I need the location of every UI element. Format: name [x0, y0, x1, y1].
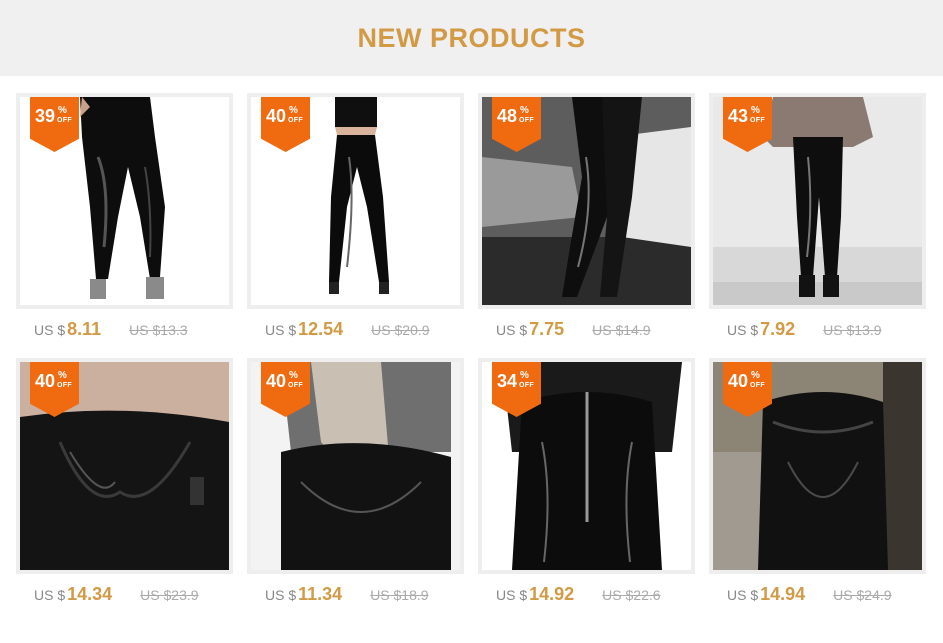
price-row: US $ 12.54 US $20.9 [265, 319, 465, 343]
currency-label: US $ [727, 587, 759, 603]
percent-sign: % [751, 105, 760, 116]
currency-label: US $ [727, 322, 759, 338]
percent-sign: % [289, 370, 298, 381]
product-image-frame[interactable]: 43 % OFF [709, 93, 926, 309]
off-label: OFF [750, 382, 765, 389]
discount-value: 40 [35, 371, 56, 391]
off-label: OFF [57, 117, 72, 124]
currency-label: US $ [496, 322, 528, 338]
percent-sign: % [520, 105, 529, 116]
off-label: OFF [288, 117, 303, 124]
percent-sign: % [751, 370, 760, 381]
original-price: US $20.9 [371, 322, 430, 338]
product-card[interactable]: 48 % OFF US $ 7.75 US $14.9 [478, 93, 695, 339]
sale-price: 14.92 [529, 584, 575, 604]
original-price: US $24.9 [833, 587, 892, 603]
sale-price: 8.11 [67, 319, 102, 339]
discount-value: 48 [497, 106, 518, 126]
product-card[interactable]: 43 % OFF US $ 7.92 US $13.9 [709, 93, 926, 339]
sale-price: 7.75 [529, 319, 565, 339]
sale-price: 14.94 [760, 584, 806, 604]
currency-label: US $ [265, 587, 297, 603]
product-card[interactable]: 40 % OFF US $ 14.34 US $23.9 [16, 358, 233, 604]
product-image-frame[interactable]: 40 % OFF [247, 358, 464, 574]
product-card[interactable]: 40 % OFF US $ 14.94 US $24.9 [709, 358, 926, 604]
discount-value: 34 [497, 371, 518, 391]
original-price: US $22.6 [602, 587, 661, 603]
original-price: US $23.9 [140, 587, 199, 603]
sale-price: 7.92 [760, 319, 796, 339]
currency-label: US $ [496, 587, 528, 603]
price-row: US $ 14.94 US $24.9 [727, 584, 927, 608]
off-label: OFF [57, 382, 72, 389]
sale-price: 12.54 [298, 319, 344, 339]
off-label: OFF [519, 382, 534, 389]
currency-label: US $ [34, 587, 66, 603]
percent-sign: % [520, 370, 529, 381]
price-row: US $ 14.34 US $23.9 [34, 584, 234, 608]
price-row: US $ 7.92 US $13.9 [727, 319, 927, 343]
currency-label: US $ [265, 322, 297, 338]
percent-sign: % [58, 105, 67, 116]
percent-sign: % [289, 105, 298, 116]
product-image-frame[interactable]: 34 % OFF [478, 358, 695, 574]
discount-value: 43 [728, 106, 749, 126]
product-image-frame[interactable]: 40 % OFF [16, 358, 233, 574]
price-row: US $ 11.34 US $18.9 [265, 584, 465, 608]
sale-price: 14.34 [67, 584, 113, 604]
discount-value: 40 [266, 106, 287, 126]
section-title: NEW PRODUCTS [357, 22, 586, 53]
original-price: US $13.9 [823, 322, 882, 338]
original-price: US $14.9 [592, 322, 651, 338]
original-price: US $18.9 [370, 587, 429, 603]
discount-value: 40 [728, 371, 749, 391]
product-image-frame[interactable]: 48 % OFF [478, 93, 695, 309]
sale-price: 11.34 [298, 584, 343, 604]
product-card[interactable]: 40 % OFF US $ 12.54 US $20.9 [247, 93, 464, 339]
price-row: US $ 8.11 US $13.3 [34, 319, 234, 343]
currency-label: US $ [34, 322, 66, 338]
product-card[interactable]: 39 % OFF US $ 8.11 US $13.3 [16, 93, 233, 339]
section-header: NEW PRODUCTS [0, 0, 943, 76]
price-row: US $ 7.75 US $14.9 [496, 319, 696, 343]
product-image-frame[interactable]: 40 % OFF [247, 93, 464, 309]
product-card[interactable]: 34 % OFF US $ 14.92 US $22.6 [478, 358, 695, 604]
original-price: US $13.3 [129, 322, 188, 338]
discount-value: 40 [266, 371, 287, 391]
discount-value: 39 [35, 106, 56, 126]
off-label: OFF [519, 117, 534, 124]
percent-sign: % [58, 370, 67, 381]
product-card[interactable]: 40 % OFF US $ 11.34 US $18.9 [247, 358, 464, 604]
product-image-frame[interactable]: 40 % OFF [709, 358, 926, 574]
off-label: OFF [288, 382, 303, 389]
off-label: OFF [750, 117, 765, 124]
price-row: US $ 14.92 US $22.6 [496, 584, 696, 608]
product-image-frame[interactable]: 39 % OFF [16, 93, 233, 309]
